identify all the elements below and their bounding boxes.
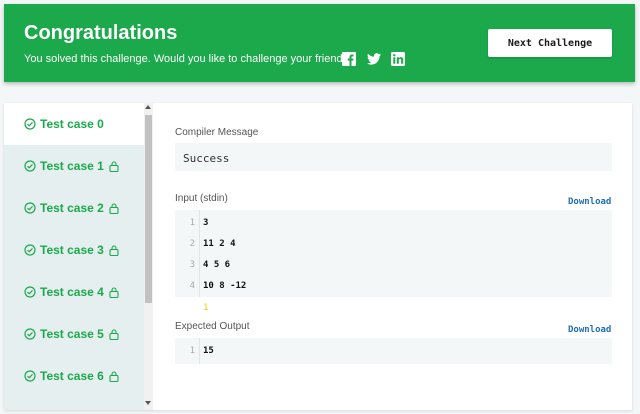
lock-icon — [109, 328, 119, 340]
code-text: 10 8 -12 — [203, 281, 247, 291]
tab-label: Test case 2 — [40, 201, 104, 215]
check-circle-icon — [24, 328, 36, 340]
line-number: 2 — [189, 239, 195, 249]
check-circle-icon — [24, 286, 36, 298]
twitter-icon[interactable] — [367, 52, 381, 66]
lock-icon — [109, 370, 119, 382]
code-text: 3 — [203, 218, 209, 228]
results-panel: Test case 0 Test case 1 Test case 2 Test… — [4, 103, 632, 410]
tab-test-case-3[interactable]: Test case 3 — [4, 229, 144, 271]
line-number: 1 — [189, 346, 195, 356]
compiler-message-box: Success — [175, 143, 612, 171]
scroll-down-arrow-icon[interactable] — [145, 401, 151, 405]
code-line: 1 3 — [175, 213, 612, 233]
code-line: 3 4 5 6 — [175, 255, 612, 275]
lock-icon — [109, 244, 119, 256]
check-circle-icon — [24, 370, 36, 382]
expected-output-box: 1 15 — [175, 338, 612, 364]
tab-test-case-6[interactable]: Test case 6 — [4, 355, 144, 397]
banner-subtitle: You solved this challenge. Would you lik… — [24, 53, 355, 65]
compiler-message-label: Compiler Message — [175, 127, 259, 138]
code-text: 15 — [203, 346, 214, 356]
expected-download-link[interactable]: Download — [568, 325, 611, 335]
tab-label: Test case 4 — [40, 285, 104, 299]
line-number: 1 — [189, 218, 195, 228]
input-code-box: 1 3 2 11 2 4 3 4 5 6 4 10 8 -12 — [175, 210, 612, 297]
code-line: 4 10 8 -12 — [175, 276, 612, 296]
tab-test-case-4[interactable]: Test case 4 — [4, 271, 144, 313]
code-line: 1 15 — [175, 341, 612, 361]
lock-icon — [109, 160, 119, 172]
input-label: Input (stdin) — [175, 193, 228, 204]
tab-label: Test case 5 — [40, 327, 104, 341]
tab-test-case-1[interactable]: Test case 1 — [4, 145, 144, 187]
tab-test-case-2[interactable]: Test case 2 — [4, 187, 144, 229]
linkedin-icon[interactable] — [391, 52, 405, 66]
line-number: 4 — [189, 281, 195, 291]
tabs-scrollbar[interactable] — [144, 103, 153, 410]
success-banner: Congratulations You solved this challeng… — [4, 4, 635, 82]
tab-test-case-0[interactable]: Test case 0 — [4, 103, 144, 145]
text-cursor-marker: 1 — [203, 303, 209, 313]
banner-title: Congratulations — [24, 22, 178, 44]
line-number: 3 — [189, 260, 195, 270]
check-circle-icon — [24, 160, 36, 172]
code-text: 4 5 6 — [203, 260, 231, 270]
next-challenge-button[interactable]: Next Challenge — [488, 29, 612, 57]
facebook-icon[interactable] — [342, 52, 356, 66]
tab-label: Test case 0 — [40, 117, 104, 131]
input-download-link[interactable]: Download — [568, 197, 611, 207]
tab-label: Test case 6 — [40, 369, 104, 383]
scroll-up-arrow-icon[interactable] — [145, 105, 151, 109]
code-line: 2 11 2 4 — [175, 234, 612, 254]
test-case-tabs: Test case 0 Test case 1 Test case 2 Test… — [4, 103, 144, 410]
lock-icon — [109, 286, 119, 298]
check-circle-icon — [24, 202, 36, 214]
check-circle-icon — [24, 244, 36, 256]
tab-label: Test case 3 — [40, 243, 104, 257]
code-text: 11 2 4 — [203, 239, 236, 249]
tab-label: Test case 1 — [40, 159, 104, 173]
check-circle-icon — [24, 118, 36, 130]
lock-icon — [109, 202, 119, 214]
scrollbar-thumb[interactable] — [145, 115, 152, 303]
expected-output-label: Expected Output — [175, 321, 250, 332]
tab-test-case-5[interactable]: Test case 5 — [4, 313, 144, 355]
